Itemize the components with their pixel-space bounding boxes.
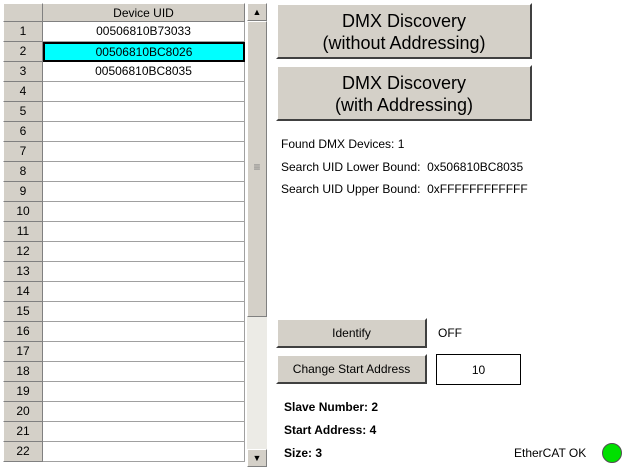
device-uid-cell[interactable]: [43, 182, 245, 202]
button-line-1: DMX Discovery: [341, 73, 466, 93]
size-label: Size: 3: [284, 446, 323, 460]
table-row[interactable]: 5: [3, 102, 245, 122]
table-row[interactable]: 19: [3, 382, 245, 402]
row-number-header[interactable]: 22: [3, 442, 43, 462]
uid-lower-bound-label: Search UID Lower Bound: 0x506810BC8035: [281, 160, 524, 174]
dmx-discovery-without-addressing-button[interactable]: DMX Discovery (without Addressing): [276, 3, 532, 59]
row-number-header[interactable]: 14: [3, 282, 43, 302]
ethercat-status-led: [602, 443, 622, 463]
identify-button[interactable]: Identify: [276, 318, 427, 348]
row-number-header[interactable]: 2: [3, 42, 43, 62]
table-row[interactable]: 16: [3, 322, 245, 342]
table-row[interactable]: 7: [3, 142, 245, 162]
scroll-down-button[interactable]: ▼: [247, 449, 267, 467]
device-uid-cell[interactable]: [43, 162, 245, 182]
table-rows: 1 00506810B73033 2 00506810BC8026 3 00506810B…: [3, 22, 245, 462]
slave-number-label: Slave Number: 2: [284, 400, 379, 414]
device-uid-column-header[interactable]: Device UID: [43, 3, 245, 22]
device-uid-cell[interactable]: [43, 142, 245, 162]
table-row[interactable]: 11: [3, 222, 245, 242]
device-uid-cell[interactable]: [43, 382, 245, 402]
device-uid-cell[interactable]: [43, 302, 245, 322]
device-uid-cell[interactable]: [43, 82, 245, 102]
row-number-header[interactable]: 7: [3, 142, 43, 162]
table-row[interactable]: 14: [3, 282, 245, 302]
device-uid-cell[interactable]: [43, 342, 245, 362]
table-row[interactable]: 2 00506810BC8026: [3, 42, 245, 62]
row-number-header[interactable]: 5: [3, 102, 43, 122]
device-uid-table: Device UID 1 00506810B73033 2 00506810BC802…: [3, 3, 267, 467]
found-devices-label: Found DMX Devices: 1: [281, 137, 405, 151]
device-uid-cell[interactable]: 00506810BC8035: [43, 62, 245, 82]
table-row[interactable]: 18: [3, 362, 245, 382]
device-uid-cell[interactable]: [43, 122, 245, 142]
table-vertical-scrollbar[interactable]: ▲ ≡ ▼: [247, 3, 267, 467]
device-uid-cell[interactable]: [43, 102, 245, 122]
scroll-up-button[interactable]: ▲: [247, 3, 267, 21]
device-uid-cell[interactable]: [43, 402, 245, 422]
table-corner-header: [3, 3, 43, 22]
row-number-header[interactable]: 4: [3, 82, 43, 102]
device-uid-cell[interactable]: [43, 242, 245, 262]
table-row[interactable]: 21: [3, 422, 245, 442]
table-row[interactable]: 17: [3, 342, 245, 362]
row-number-header[interactable]: 12: [3, 242, 43, 262]
device-uid-cell[interactable]: 00506810B73033: [43, 22, 245, 42]
device-uid-cell[interactable]: [43, 222, 245, 242]
row-number-header[interactable]: 20: [3, 402, 43, 422]
row-number-header[interactable]: 3: [3, 62, 43, 82]
start-address-input[interactable]: [436, 354, 521, 385]
table-row[interactable]: 6: [3, 122, 245, 142]
row-number-header[interactable]: 1: [3, 22, 43, 42]
button-line-1: DMX Discovery: [341, 11, 466, 31]
device-uid-cell[interactable]: [43, 202, 245, 222]
grip-icon: ≡: [253, 160, 261, 174]
uid-upper-bound-label: Search UID Upper Bound: 0xFFFFFFFFFFFF: [281, 182, 528, 196]
table-row[interactable]: 8: [3, 162, 245, 182]
device-uid-cell[interactable]: [43, 362, 245, 382]
row-number-header[interactable]: 10: [3, 202, 43, 222]
table-row[interactable]: 15: [3, 302, 245, 322]
row-number-header[interactable]: 9: [3, 182, 43, 202]
table-row[interactable]: 4: [3, 82, 245, 102]
row-number-header[interactable]: 18: [3, 362, 43, 382]
device-uid-cell[interactable]: [43, 262, 245, 282]
dmx-discovery-with-addressing-button[interactable]: DMX Discovery (with Addressing): [276, 65, 532, 121]
row-number-header[interactable]: 13: [3, 262, 43, 282]
row-number-header[interactable]: 6: [3, 122, 43, 142]
ethercat-status-label: EtherCAT OK: [514, 446, 587, 460]
device-uid-cell[interactable]: [43, 422, 245, 442]
change-start-address-button[interactable]: Change Start Address: [276, 354, 427, 384]
table-row[interactable]: 9: [3, 182, 245, 202]
table-row[interactable]: 1 00506810B73033: [3, 22, 245, 42]
table-row[interactable]: 3 00506810BC8035: [3, 62, 245, 82]
start-address-label: Start Address: 4: [284, 423, 377, 437]
device-uid-cell[interactable]: [43, 282, 245, 302]
device-uid-cell[interactable]: [43, 442, 245, 462]
button-line-2: (without Addressing): [322, 33, 486, 53]
table-row[interactable]: 13: [3, 262, 245, 282]
row-number-header[interactable]: 11: [3, 222, 43, 242]
scroll-thumb[interactable]: ≡: [247, 21, 267, 317]
device-uid-cell[interactable]: 00506810BC8026: [43, 42, 245, 62]
device-uid-cell[interactable]: [43, 322, 245, 342]
table-row[interactable]: 12: [3, 242, 245, 262]
identify-state: OFF: [438, 326, 462, 340]
row-number-header[interactable]: 16: [3, 322, 43, 342]
table-row[interactable]: 10: [3, 202, 245, 222]
button-line-2: (with Addressing): [334, 95, 474, 115]
row-number-header[interactable]: 17: [3, 342, 43, 362]
row-number-header[interactable]: 19: [3, 382, 43, 402]
row-number-header[interactable]: 21: [3, 422, 43, 442]
table-row[interactable]: 20: [3, 402, 245, 422]
table-row[interactable]: 22: [3, 442, 245, 462]
row-number-header[interactable]: 15: [3, 302, 43, 322]
row-number-header[interactable]: 8: [3, 162, 43, 182]
